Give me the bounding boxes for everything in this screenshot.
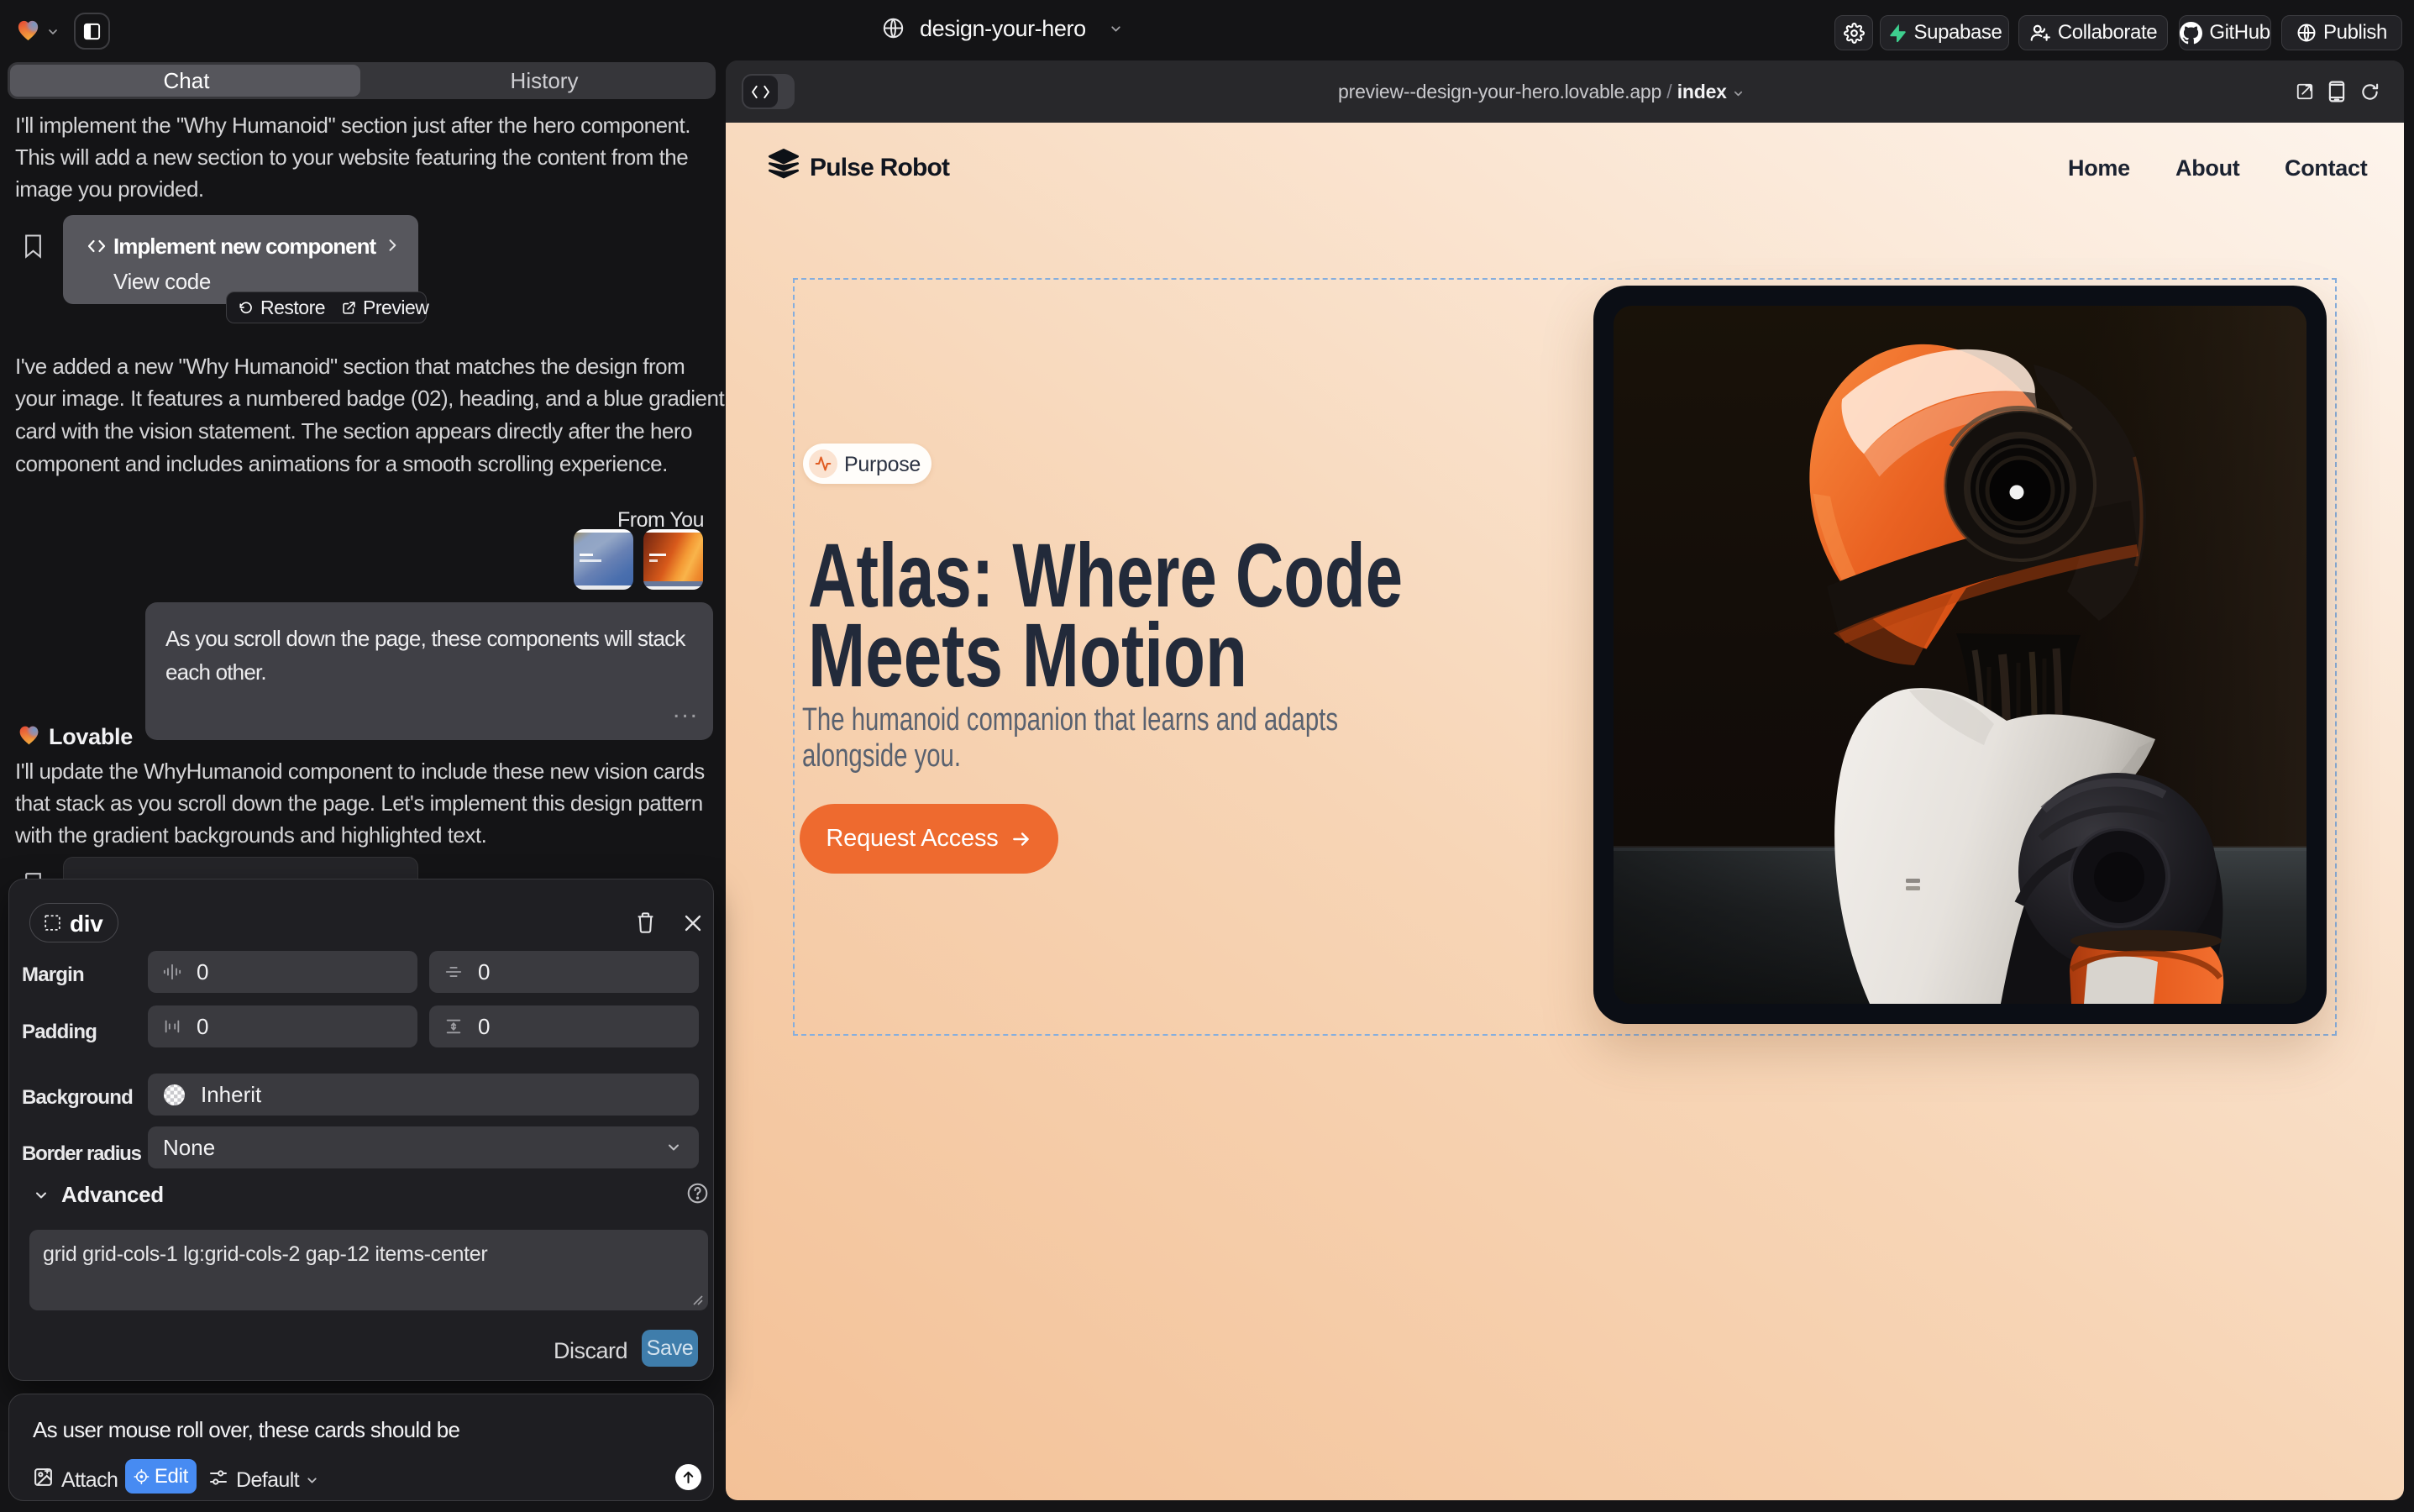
svg-text:Meets Motion: Meets Motion	[808, 604, 1247, 706]
svg-text:The humanoid companion that le: The humanoid companion that learns and a…	[802, 702, 1338, 738]
svg-text:alongside you.: alongside you.	[802, 738, 961, 774]
